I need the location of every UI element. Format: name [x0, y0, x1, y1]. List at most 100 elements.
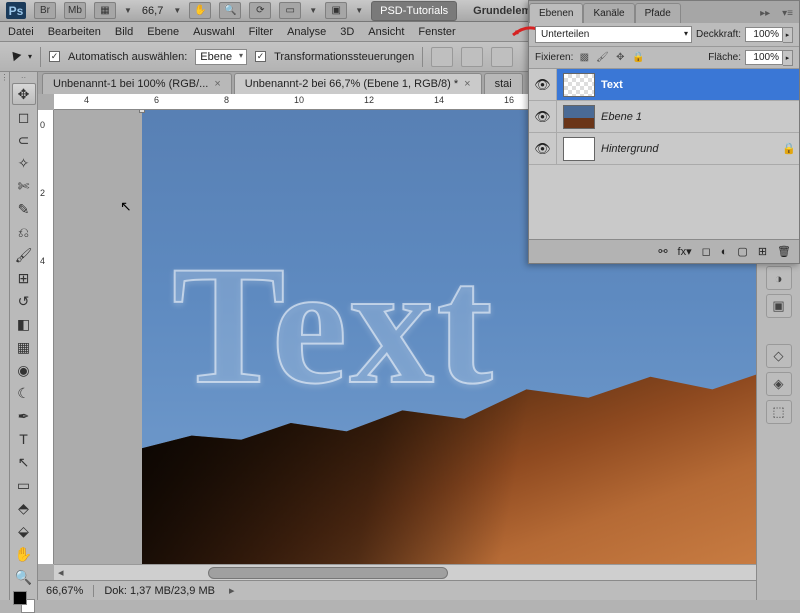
blend-mode-dropdown[interactable]: Unterteilen — [535, 26, 692, 43]
fill-input[interactable]: 100% — [745, 50, 783, 65]
move-tool[interactable]: ✥ — [12, 83, 36, 105]
close-icon[interactable]: × — [214, 78, 220, 90]
rotate-button[interactable]: ⟳ — [249, 2, 271, 19]
align-group-3[interactable] — [491, 47, 513, 67]
delete-layer-icon[interactable]: 🗑 — [777, 245, 791, 258]
blur-tool[interactable]: ◉ — [12, 359, 36, 381]
layer-name[interactable]: Text — [601, 79, 799, 91]
close-icon[interactable]: × — [464, 78, 470, 90]
arrange-button[interactable]: ▭ — [279, 2, 301, 19]
menu-bild[interactable]: Bild — [115, 26, 133, 38]
visibility-icon[interactable]: 👁 — [529, 133, 557, 164]
lock-position-icon[interactable]: ✥ — [613, 51, 627, 65]
healing-tool[interactable]: ⎌ — [12, 221, 36, 243]
layers-panel-icon[interactable]: ◇ — [766, 344, 792, 368]
menu-bearbeiten[interactable]: Bearbeiten — [48, 26, 101, 38]
zoom-button[interactable]: 🔍 — [219, 2, 241, 19]
bridge-button[interactable]: Br — [34, 2, 56, 19]
layer-fx-icon[interactable]: fx▾ — [678, 245, 692, 258]
layer-item-text[interactable]: 👁 Text — [529, 69, 799, 101]
zoom-tool[interactable]: 🔍 — [12, 566, 36, 588]
link-layers-icon[interactable]: ⚯ — [658, 245, 667, 258]
3d-camera-tool[interactable]: ⬙ — [12, 520, 36, 542]
channels-panel-icon[interactable]: ◈ — [766, 372, 792, 396]
tool-preset-chevron-icon[interactable]: ▾ — [28, 52, 32, 61]
visibility-icon[interactable]: 👁 — [529, 101, 557, 132]
pen-tool[interactable]: ✒ — [12, 405, 36, 427]
transform-controls-checkbox[interactable]: ✓ — [255, 51, 266, 62]
wand-tool[interactable]: ✧ — [12, 152, 36, 174]
layer-thumbnail[interactable] — [563, 137, 595, 161]
new-layer-icon[interactable]: ⊞ — [758, 245, 767, 258]
layer-thumbnail[interactable] — [563, 105, 595, 129]
opacity-input[interactable]: 100% — [745, 27, 783, 42]
path-tool[interactable]: ↖ — [12, 451, 36, 473]
layer-name[interactable]: Hintergrund — [601, 143, 779, 155]
menu-datei[interactable]: Datei — [8, 26, 34, 38]
layer-item-hintergrund[interactable]: 👁 Hintergrund 🔒 — [529, 133, 799, 165]
eraser-tool[interactable]: ◧ — [12, 313, 36, 335]
eyedropper-tool[interactable]: ✎ — [12, 198, 36, 220]
layer-name[interactable]: Ebene 1 — [601, 111, 799, 123]
opacity-flyout-icon[interactable]: ▸ — [783, 27, 793, 43]
menu-ebene[interactable]: Ebene — [147, 26, 179, 38]
lasso-tool[interactable]: ⊂ — [12, 129, 36, 151]
workspace-psdtutorials[interactable]: PSD-Tutorials — [371, 1, 457, 21]
paths-panel-icon[interactable]: ⬚ — [766, 400, 792, 424]
lock-transparent-icon[interactable]: ▩ — [577, 51, 591, 65]
align-group-1[interactable] — [431, 47, 453, 67]
status-doc-size[interactable]: Dok: 1,37 MB/23,9 MB — [104, 585, 215, 597]
status-zoom[interactable]: 66,67% — [46, 585, 94, 597]
masks-panel-icon[interactable]: ▣ — [766, 294, 792, 318]
scrollbar-horizontal[interactable]: ◂ — [54, 564, 756, 580]
auto-select-dropdown[interactable]: Ebene — [195, 49, 247, 65]
screen-mode-button[interactable]: ▣ — [325, 2, 347, 19]
palette-grip-icon[interactable]: ⋮ — [0, 72, 9, 82]
fill-flyout-icon[interactable]: ▸ — [783, 50, 793, 66]
lock-all-icon[interactable]: 🔒 — [631, 51, 645, 65]
collapse-icon[interactable]: ▸▸ — [754, 4, 776, 23]
menu-filter[interactable]: Filter — [249, 26, 273, 38]
crop-tool[interactable]: ✄ — [12, 175, 36, 197]
menu-ansicht[interactable]: Ansicht — [368, 26, 404, 38]
tab-ebenen[interactable]: Ebenen — [529, 3, 583, 23]
shape-tool[interactable]: ▭ — [12, 474, 36, 496]
menu-fenster[interactable]: Fenster — [418, 26, 455, 38]
menu-analyse[interactable]: Analyse — [287, 26, 326, 38]
auto-select-checkbox[interactable]: ✓ — [49, 51, 60, 62]
align-group-2[interactable] — [461, 47, 483, 67]
zoom-display[interactable]: 66,7 — [140, 5, 165, 17]
menu-3d[interactable]: 3D — [340, 26, 354, 38]
ruler-vertical[interactable]: 0 2 4 — [38, 110, 54, 564]
view-extras-button[interactable]: ▦ — [94, 2, 116, 19]
minibridge-button[interactable]: Mb — [64, 2, 86, 19]
lock-image-icon[interactable]: 🖌 — [595, 51, 609, 65]
foreground-background-colors[interactable] — [13, 591, 35, 613]
adjustment-layer-icon[interactable]: ◐ — [721, 246, 728, 258]
brush-tool[interactable]: 🖌 — [12, 244, 36, 266]
layer-group-icon[interactable]: ▢ — [737, 245, 747, 258]
layer-thumbnail[interactable] — [563, 73, 595, 97]
stamp-tool[interactable]: ⊞ — [12, 267, 36, 289]
palette-grip-icon[interactable]: ·· — [10, 72, 37, 82]
tab-pfade[interactable]: Pfade — [635, 3, 681, 23]
type-tool[interactable]: T — [12, 428, 36, 450]
document-tab-3[interactable]: stai — [484, 73, 523, 94]
panel-menu-icon[interactable]: ▾≡ — [776, 4, 799, 23]
transform-handle[interactable] — [139, 110, 145, 113]
gradient-tool[interactable]: ▦ — [12, 336, 36, 358]
hand-tool[interactable]: ✋ — [12, 543, 36, 565]
layer-item-ebene1[interactable]: 👁 Ebene 1 — [529, 101, 799, 133]
history-brush-tool[interactable]: ↺ — [12, 290, 36, 312]
dodge-tool[interactable]: ☾ — [12, 382, 36, 404]
document-tab-2[interactable]: Unbenannt-2 bei 66,7% (Ebene 1, RGB/8) *… — [234, 73, 482, 94]
tab-kanale[interactable]: Kanäle — [583, 3, 634, 23]
document-tab-1[interactable]: Unbenannt-1 bei 100% (RGB/...× — [42, 73, 232, 94]
layer-mask-icon[interactable]: ◻ — [702, 245, 711, 258]
adjustments-panel-icon[interactable]: ◑ — [766, 266, 792, 290]
hand-button[interactable]: ✋ — [189, 2, 211, 19]
visibility-icon[interactable]: 👁 — [529, 69, 557, 100]
3d-tool[interactable]: ⬘ — [12, 497, 36, 519]
menu-auswahl[interactable]: Auswahl — [193, 26, 235, 38]
marquee-tool[interactable]: ◻ — [12, 106, 36, 128]
